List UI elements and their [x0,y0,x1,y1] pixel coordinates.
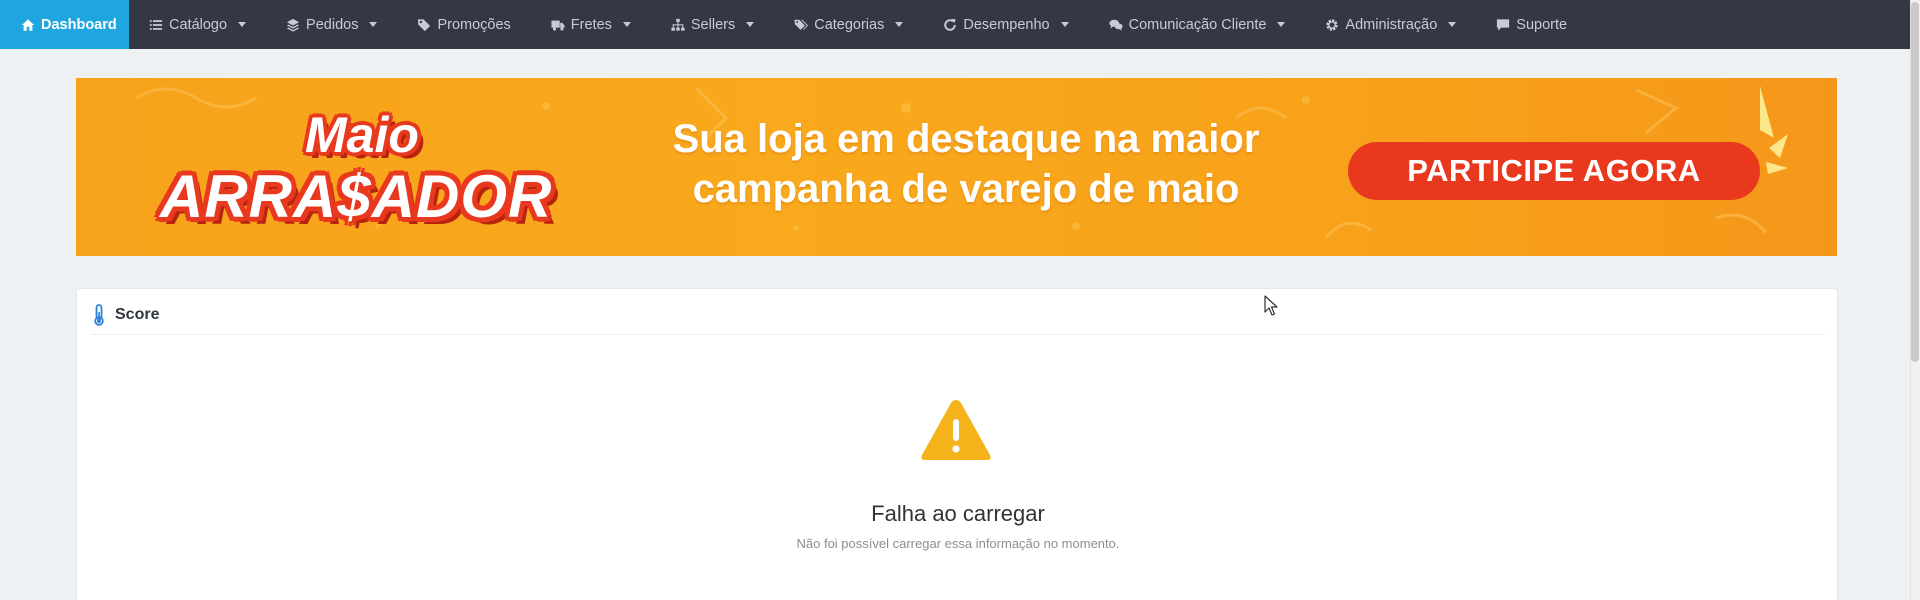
message-icon [1496,18,1510,32]
chevron-down-icon [238,22,247,27]
spark-decoration [1760,86,1788,174]
gear-icon [1325,18,1339,32]
nav-item-pedidos[interactable]: Pedidos [266,0,397,49]
score-card: Score Falha ao carregar Não foi possível… [76,288,1838,600]
card-title: Score [115,305,160,323]
nav-item-label: Promoções [437,16,511,33]
refresh-icon [943,18,957,32]
nav-item-label: Administração [1345,16,1438,33]
nav-item-suporte[interactable]: Suporte [1476,0,1587,49]
layers-icon [286,18,300,32]
error-message: Não foi possível carregar essa informaçã… [796,536,1120,551]
error-title: Falha ao carregar [871,501,1045,526]
nav-item-fretes[interactable]: Fretes [531,0,651,49]
tags-icon [794,18,809,32]
nav-item-label: Dashboard [41,16,117,33]
nav-item-administracao[interactable]: Administração [1305,0,1476,49]
logo-line-2: ARRA$ADOR [160,163,553,230]
nav-item-label: Desempenho [963,16,1050,33]
home-icon [21,18,35,32]
chevron-down-icon [369,22,378,27]
nav-item-label: Pedidos [306,16,359,33]
nav-item-desempenho[interactable]: Desempenho [923,0,1088,49]
chevron-down-icon [1060,22,1069,27]
warning-icon [921,400,991,460]
banner-headline-line-1: Sua loja em destaque na maior [672,117,1260,161]
banner-headline: Sua loja em destaque na maior campanha d… [636,114,1296,214]
truck-icon [551,18,565,32]
chevron-down-icon [622,22,631,27]
nav-item-label: Fretes [570,16,612,33]
card-header: Score [91,301,1825,335]
nav-item-label: Sellers [690,16,736,33]
nav-item-label: Comunicação Cliente [1128,16,1267,33]
nav-item-label: Suporte [1516,16,1568,33]
chevron-down-icon [1277,22,1286,27]
nav-item-categorias[interactable]: Categorias [774,0,923,49]
nav-item-label: Categorias [814,16,885,33]
thermometer-icon [94,303,104,326]
campaign-logo: Maio ARRA$ADOR [160,100,600,240]
nav-item-label: Catálogo [169,16,228,33]
chevron-down-icon [895,22,904,27]
nav-item-comunicacao-cliente[interactable]: Comunicação Cliente [1089,0,1306,49]
top-navbar: Dashboard Catálogo Pedidos Promoções Fre… [0,0,1910,49]
page-scrollbar[interactable] [1910,0,1920,600]
nav-item-dashboard[interactable]: Dashboard [0,0,129,49]
nav-item-catalogo[interactable]: Catálogo [129,0,266,49]
chevron-down-icon [1448,22,1457,27]
chevron-down-icon [746,22,755,27]
tag-icon [417,18,431,32]
participate-now-button[interactable]: PARTICIPE AGORA [1348,142,1760,200]
promo-banner[interactable]: Maio ARRA$ADOR Sua loja em destaque na m… [76,78,1837,256]
sitemap-icon [671,18,685,32]
scrollbar-thumb[interactable] [1911,2,1919,362]
nav-item-sellers[interactable]: Sellers [651,0,774,49]
logo-line-1: Maio [305,107,419,163]
list-icon [149,18,163,32]
banner-headline-line-2: campanha de varejo de maio [692,167,1240,211]
mouse-cursor-icon [1264,295,1278,316]
nav-item-promocoes[interactable]: Promoções [397,0,530,49]
chat-icon [1109,18,1123,32]
